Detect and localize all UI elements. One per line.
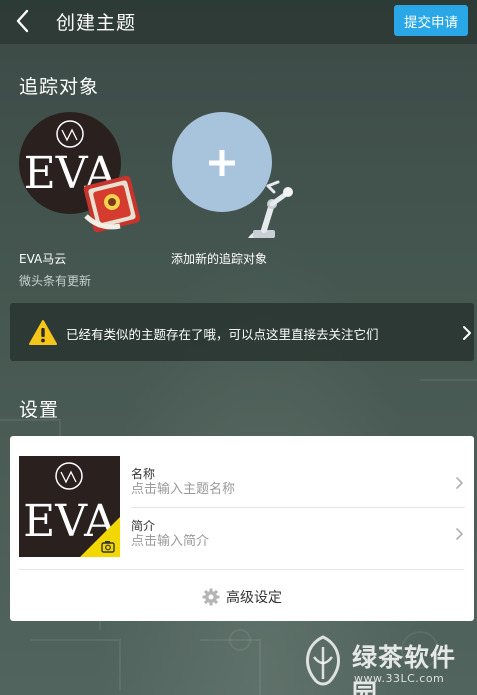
watermark-title: 绿茶软件园 (352, 643, 457, 695)
back-icon[interactable] (12, 8, 34, 34)
add-track-label: 添加新的追踪对象 (171, 252, 268, 266)
warning-icon (29, 320, 57, 345)
divider (131, 507, 465, 508)
name-label: 名称 (131, 467, 156, 481)
plus-icon (209, 150, 235, 176)
advanced-settings-label: 高级设定 (226, 590, 282, 606)
chevron-right-icon (456, 477, 463, 489)
book-icon (83, 175, 141, 233)
watermark-url: www.33LC.com (354, 672, 445, 685)
advanced-settings-button[interactable]: 高级设定 (10, 582, 474, 612)
topic-logo-upload[interactable]: EVA (19, 456, 120, 557)
camera-icon[interactable] (80, 517, 120, 557)
notice-text: 已经有类似的主题存在了哦，可以点这里直接去关注它们 (66, 327, 379, 342)
similar-topic-notice[interactable]: 已经有类似的主题存在了哦，可以点这里直接去关注它们 (10, 303, 474, 361)
page-title: 创建主题 (56, 12, 137, 34)
intro-input[interactable] (131, 534, 411, 549)
chevron-right-icon (463, 326, 471, 340)
track-item-name: EVA马云 (19, 252, 67, 266)
chevron-right-icon (456, 528, 463, 540)
name-input[interactable] (131, 482, 411, 497)
submit-button[interactable]: 提交申请 (394, 5, 468, 36)
settings-card: EVA 名称 简介 (10, 436, 474, 621)
gear-icon (202, 588, 220, 606)
divider (19, 569, 464, 570)
settings-section-title: 设置 (19, 399, 60, 421)
header-bar: 创建主题 提交申请 (0, 0, 477, 44)
leaf-logo-icon (306, 635, 340, 686)
track-section-title: 追踪对象 (19, 76, 100, 98)
track-item-subtitle: 微头条有更新 (19, 274, 92, 288)
intro-label: 简介 (131, 519, 156, 533)
robot-arm-icon (248, 180, 293, 238)
